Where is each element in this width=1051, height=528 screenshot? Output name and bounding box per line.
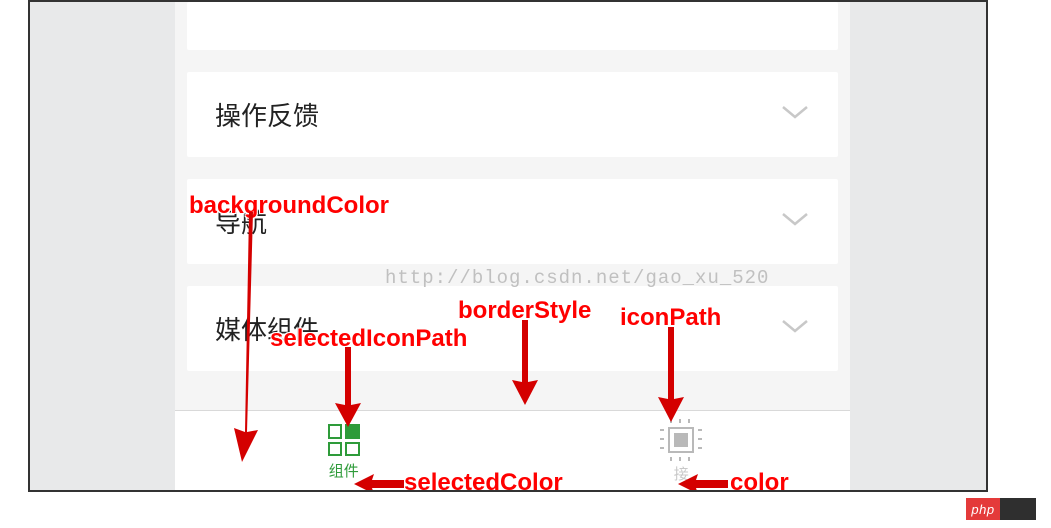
annotated-screenshot-frame: 操作反馈 导航 媒体组件 (28, 0, 988, 492)
chevron-down-icon (780, 103, 810, 126)
php-badge: php (966, 498, 1036, 520)
phone-content-area: 操作反馈 导航 媒体组件 (175, 2, 850, 492)
annotation-selectedColor: selectedColor (404, 469, 563, 492)
tab-label: 接 (674, 463, 689, 484)
list-item-label: 操作反馈 (215, 96, 319, 133)
chevron-down-icon (780, 210, 810, 233)
list-item-blank[interactable] (187, 2, 838, 50)
annotation-color: color (730, 469, 789, 492)
list-item-feedback[interactable]: 操作反馈 (187, 72, 838, 157)
php-badge-label: php (966, 498, 1000, 520)
tab-item-api[interactable]: 接 (513, 411, 851, 492)
chip-icon (662, 421, 700, 459)
grid-icon (328, 424, 360, 456)
annotation-backgroundColor: backgroundColor (189, 192, 389, 220)
annotation-borderStyle: borderStyle (458, 297, 591, 325)
annotation-iconPath: iconPath (620, 304, 721, 332)
chevron-down-icon (780, 317, 810, 340)
tab-label: 组件 (329, 460, 359, 481)
annotation-selectedIconPath: selectedIconPath (270, 325, 467, 353)
watermark: http://blog.csdn.net/gao_xu_520 (385, 267, 769, 289)
